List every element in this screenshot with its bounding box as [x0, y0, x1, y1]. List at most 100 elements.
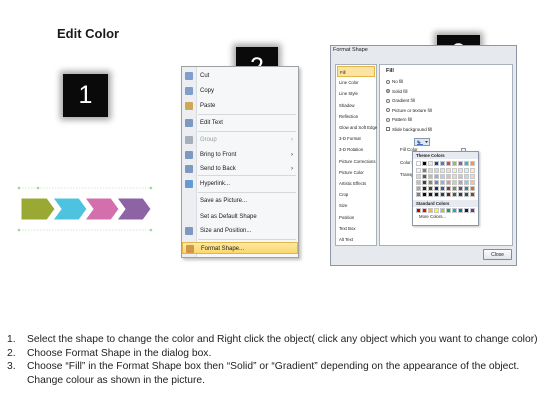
color-swatch[interactable]: [422, 208, 427, 213]
color-swatch[interactable]: [452, 186, 457, 191]
chevron-shape-green[interactable]: [20, 197, 56, 221]
color-swatch[interactable]: [434, 161, 439, 166]
color-swatch[interactable]: [458, 186, 463, 191]
color-swatch[interactable]: [416, 161, 421, 166]
category-crop[interactable]: Crop: [337, 189, 377, 200]
color-swatch[interactable]: [446, 168, 451, 173]
menu-item-cut[interactable]: Cut: [182, 70, 298, 82]
color-swatch[interactable]: [458, 180, 463, 185]
fill-option-no-fill[interactable]: No fill: [386, 79, 403, 84]
chevron-arrow-shapes[interactable]: [15, 186, 157, 236]
chevron-shape-cyan[interactable]: [52, 197, 88, 221]
color-swatch[interactable]: [470, 180, 475, 185]
menu-item-send-to-back[interactable]: Send to Back ›: [182, 163, 298, 175]
color-swatch[interactable]: [422, 161, 427, 166]
category-line-style[interactable]: Line Style: [337, 88, 377, 99]
menu-item-set-as-default-shape[interactable]: Set as Default Shape: [182, 211, 298, 223]
color-swatch[interactable]: [416, 186, 421, 191]
menu-item-size-and-position[interactable]: Size and Position...: [182, 225, 298, 237]
color-dropdown-button[interactable]: [414, 138, 430, 146]
color-swatch[interactable]: [428, 186, 433, 191]
more-colors-link[interactable]: More Colors...: [419, 214, 446, 219]
color-swatch[interactable]: [422, 192, 427, 197]
color-swatch[interactable]: [452, 168, 457, 173]
category-text-box[interactable]: Text Box: [337, 223, 377, 234]
color-swatch[interactable]: [428, 174, 433, 179]
color-swatch[interactable]: [416, 208, 421, 213]
color-swatch[interactable]: [446, 161, 451, 166]
fill-option-pattern-fill[interactable]: Pattern fill: [386, 117, 412, 122]
color-swatch[interactable]: [440, 174, 445, 179]
color-swatch[interactable]: [428, 192, 433, 197]
color-swatch[interactable]: [464, 168, 469, 173]
color-swatch[interactable]: [470, 192, 475, 197]
category-position[interactable]: Position: [337, 212, 377, 223]
color-swatch[interactable]: [446, 208, 451, 213]
menu-item-group[interactable]: Group ›: [182, 134, 298, 146]
color-swatch[interactable]: [470, 208, 475, 213]
color-swatch[interactable]: [416, 168, 421, 173]
category-3-d-format[interactable]: 3-D Format: [337, 133, 377, 144]
color-swatch[interactable]: [470, 186, 475, 191]
color-swatch[interactable]: [434, 180, 439, 185]
color-swatch[interactable]: [446, 174, 451, 179]
color-swatch[interactable]: [470, 161, 475, 166]
menu-item-format-shape[interactable]: Format Shape...: [182, 242, 298, 254]
color-swatch[interactable]: [440, 192, 445, 197]
menu-item-paste[interactable]: Paste: [182, 100, 298, 112]
color-swatch[interactable]: [446, 192, 451, 197]
color-swatch[interactable]: [416, 192, 421, 197]
color-swatch[interactable]: [458, 168, 463, 173]
fill-option-gradient-fill[interactable]: Gradient fill: [386, 98, 415, 103]
color-swatch[interactable]: [470, 168, 475, 173]
color-swatch[interactable]: [464, 161, 469, 166]
color-swatch[interactable]: [434, 208, 439, 213]
color-swatch[interactable]: [452, 192, 457, 197]
color-swatch[interactable]: [416, 180, 421, 185]
chevron-shape-purple[interactable]: [116, 197, 152, 221]
color-swatch[interactable]: [458, 192, 463, 197]
color-swatch[interactable]: [428, 161, 433, 166]
category-picture-corrections[interactable]: Picture Corrections: [337, 156, 377, 167]
color-swatch[interactable]: [434, 174, 439, 179]
category-line-color[interactable]: Line Color: [337, 77, 377, 88]
color-swatch[interactable]: [422, 180, 427, 185]
color-swatch[interactable]: [452, 180, 457, 185]
color-swatch[interactable]: [446, 180, 451, 185]
category-fill[interactable]: Fill: [337, 66, 375, 77]
color-swatch[interactable]: [452, 208, 457, 213]
color-swatch[interactable]: [452, 161, 457, 166]
color-swatch[interactable]: [434, 186, 439, 191]
color-swatch[interactable]: [422, 186, 427, 191]
color-swatch[interactable]: [422, 168, 427, 173]
category-3-d-rotation[interactable]: 3-D Rotation: [337, 144, 377, 155]
color-swatch[interactable]: [458, 161, 463, 166]
color-swatch[interactable]: [434, 168, 439, 173]
menu-item-copy[interactable]: Copy: [182, 85, 298, 97]
color-swatch[interactable]: [428, 168, 433, 173]
menu-item-save-as-picture[interactable]: Save as Picture...: [182, 195, 298, 207]
color-swatch[interactable]: [464, 192, 469, 197]
fill-option-slide-background-fill[interactable]: Slide background fill: [386, 127, 432, 132]
menu-item-hyperlink[interactable]: Hyperlink...: [182, 178, 298, 190]
category-picture-color[interactable]: Picture Color: [337, 167, 377, 178]
menu-item-bring-to-front[interactable]: Bring to Front ›: [182, 149, 298, 161]
color-swatch[interactable]: [464, 208, 469, 213]
color-swatch[interactable]: [416, 174, 421, 179]
color-swatch[interactable]: [446, 186, 451, 191]
color-swatch[interactable]: [470, 174, 475, 179]
color-swatch[interactable]: [434, 192, 439, 197]
category-reflection[interactable]: Reflection: [337, 111, 377, 122]
menu-item-edit-text[interactable]: Edit Text: [182, 117, 298, 129]
color-swatch[interactable]: [440, 208, 445, 213]
color-swatch[interactable]: [458, 174, 463, 179]
color-swatch[interactable]: [440, 180, 445, 185]
fill-option-picture-or-texture-fill[interactable]: Picture or texture fill: [386, 108, 432, 113]
category-alt-text[interactable]: Alt Text: [337, 234, 377, 245]
color-swatch[interactable]: [428, 208, 433, 213]
fill-option-solid-fill[interactable]: Solid fill: [386, 89, 408, 94]
color-swatch[interactable]: [458, 208, 463, 213]
category-shadow[interactable]: Shadow: [337, 100, 377, 111]
color-swatch[interactable]: [464, 186, 469, 191]
close-button[interactable]: Close: [483, 249, 512, 260]
